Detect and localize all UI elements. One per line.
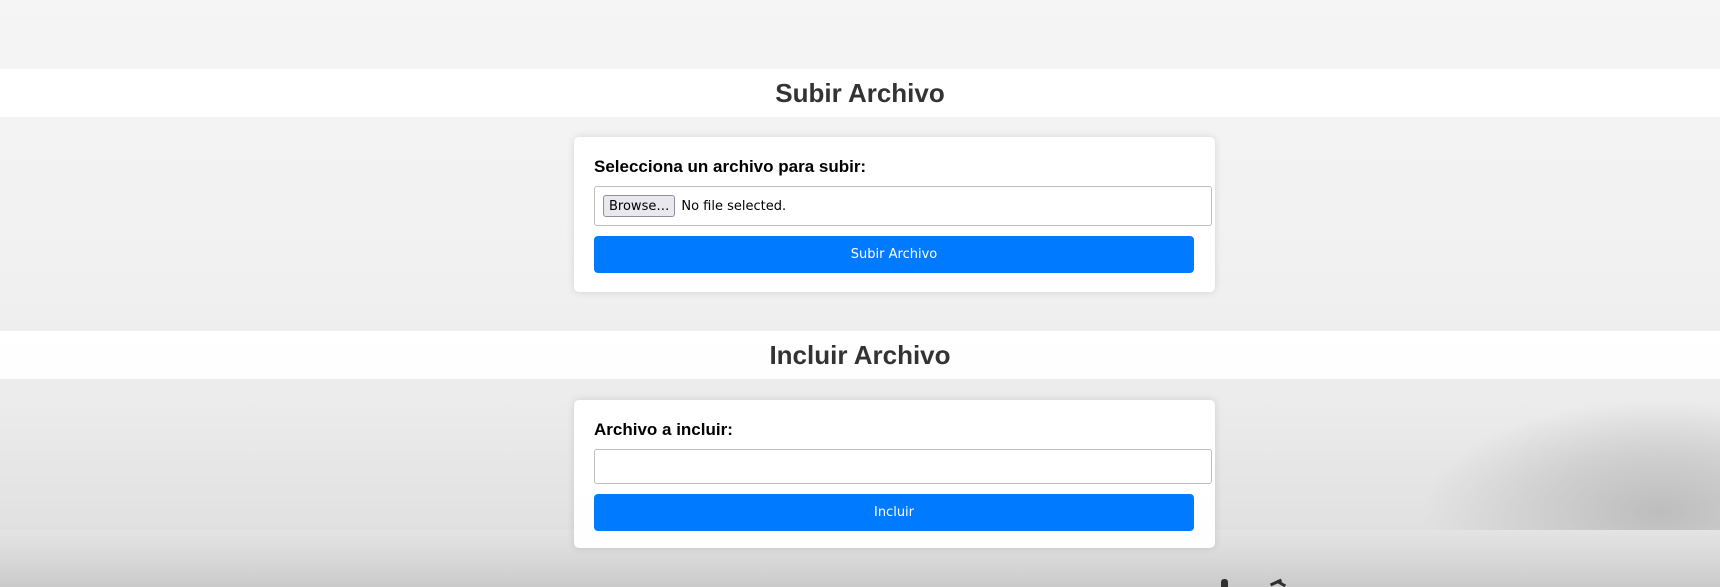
include-section-header: Incluir Archivo bbox=[0, 331, 1720, 379]
file-status-text: No file selected. bbox=[681, 198, 787, 214]
upload-submit-button[interactable]: Subir Archivo bbox=[594, 236, 1194, 273]
background-figure bbox=[1221, 579, 1228, 587]
include-file-input[interactable] bbox=[594, 449, 1212, 484]
file-input[interactable]: Browse… No file selected. bbox=[594, 186, 1212, 226]
upload-section-header: Subir Archivo bbox=[0, 69, 1720, 117]
include-section-title: Incluir Archivo bbox=[769, 339, 951, 370]
browse-button[interactable]: Browse… bbox=[603, 195, 676, 217]
upload-section-title: Subir Archivo bbox=[775, 77, 945, 108]
upload-file-label: Selecciona un archivo para subir: bbox=[594, 157, 867, 176]
include-submit-button[interactable]: Incluir bbox=[594, 494, 1194, 531]
include-file-label: Archivo a incluir: bbox=[594, 420, 733, 439]
upload-form-card: Selecciona un archivo para subir: Browse… bbox=[574, 137, 1215, 292]
include-form-card: Archivo a incluir: Incluir bbox=[574, 400, 1215, 548]
